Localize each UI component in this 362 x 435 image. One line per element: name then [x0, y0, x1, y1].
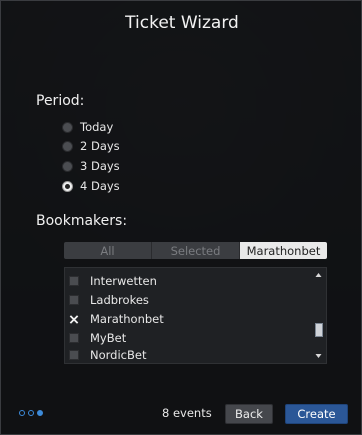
tab-marathonbet[interactable]: Marathonbet — [240, 242, 327, 259]
checkbox[interactable] — [69, 276, 79, 286]
radio-indicator[interactable] — [62, 160, 73, 172]
radio-label-4-days: 4 Days — [80, 179, 120, 193]
radio-label-3-days: 3 Days — [80, 159, 120, 173]
ticket-wizard-dialog: Ticket Wizard Period: Today 2 Days 3 Day… — [0, 0, 362, 435]
list-item-label: Interwetten — [90, 274, 157, 288]
radio-indicator[interactable] — [62, 140, 73, 152]
list-item[interactable]: Interwetten — [69, 272, 157, 290]
radio-label-today: Today — [80, 120, 114, 134]
tab-all[interactable]: All — [64, 242, 152, 259]
list-item-label: NordicBet — [90, 348, 147, 362]
step-dot-3-current — [37, 410, 43, 416]
list-item-label: MyBet — [90, 331, 127, 345]
radio-3-days[interactable]: 3 Days — [62, 157, 120, 175]
bookmakers-label: Bookmakers: — [36, 213, 128, 229]
back-button[interactable]: Back — [225, 404, 273, 424]
radio-indicator[interactable] — [62, 121, 73, 133]
scroll-down-arrow-icon[interactable] — [314, 352, 323, 360]
list-item-label: Marathonbet — [90, 312, 164, 326]
step-dot-2 — [28, 410, 34, 416]
radio-2-days[interactable]: 2 Days — [62, 137, 120, 155]
list-item[interactable]: Marathonbet — [69, 310, 164, 328]
step-dot-1 — [19, 410, 25, 416]
scroll-up-arrow-icon[interactable] — [314, 271, 323, 279]
list-item[interactable]: MyBet — [69, 329, 126, 347]
period-label: Period: — [36, 93, 85, 109]
list-scrollbar[interactable] — [314, 271, 323, 360]
create-button[interactable]: Create — [285, 404, 348, 424]
checkbox[interactable] — [69, 295, 79, 305]
bookmaker-filter-tabs: All Selected Marathonbet — [64, 242, 327, 259]
bookmaker-list: Interwetten Ladbrokes Marathonbet MyBet … — [64, 267, 327, 364]
events-count: 8 events — [162, 406, 212, 420]
list-item[interactable]: Ladbrokes — [69, 291, 149, 309]
radio-4-days[interactable]: 4 Days — [62, 177, 120, 195]
checkbox[interactable] — [69, 350, 79, 360]
wizard-step-indicator — [19, 410, 43, 416]
tab-selected[interactable]: Selected — [152, 242, 240, 259]
radio-today[interactable]: Today — [62, 118, 113, 136]
list-item-label: Ladbrokes — [90, 293, 149, 307]
radio-indicator-selected[interactable] — [62, 180, 73, 192]
scroll-thumb[interactable] — [315, 323, 323, 337]
dialog-title: Ticket Wizard — [125, 13, 239, 33]
checkbox[interactable] — [69, 333, 79, 343]
radio-label-2-days: 2 Days — [80, 139, 120, 153]
list-item[interactable]: NordicBet — [69, 348, 146, 362]
checkbox-checked[interactable] — [69, 314, 79, 324]
check-x-icon — [69, 314, 79, 324]
